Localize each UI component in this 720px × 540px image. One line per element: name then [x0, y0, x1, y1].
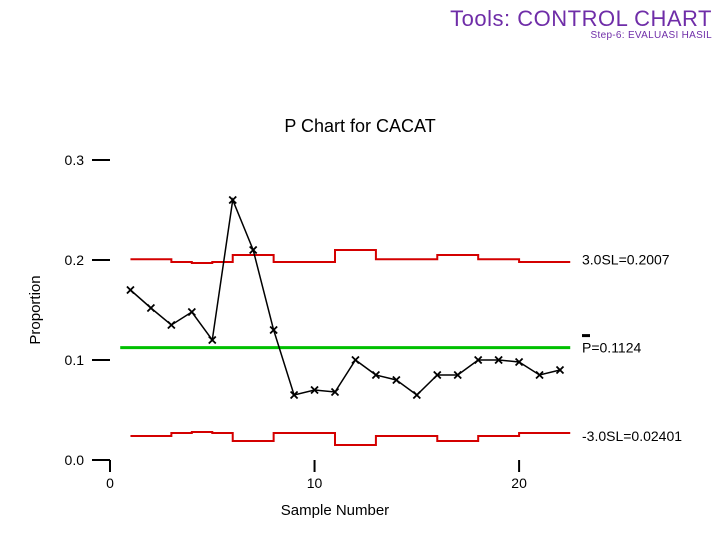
- data-point: [168, 322, 175, 329]
- data-line: [130, 200, 560, 395]
- y-tick-label: 0.3: [65, 152, 85, 168]
- data-point: [413, 392, 420, 399]
- lcl-line: [130, 432, 570, 445]
- x-tick-label: 0: [106, 475, 114, 491]
- data-point: [352, 357, 359, 364]
- chart-svg: 0.0 0.1 0.2 0.3 0 10 20 Proportion Sample Number…: [0, 60, 720, 540]
- center-line-label: P=0.1124: [582, 340, 642, 356]
- x-tick-label: 20: [511, 475, 527, 491]
- control-chart: P Chart for CACAT 0.00.10.20.301020Propo…: [0, 60, 720, 540]
- y-tick-label: 0.0: [65, 452, 85, 468]
- ucl-line: [130, 250, 570, 263]
- data-point: [127, 287, 134, 294]
- slide-header: Tools: CONTROL CHART Step-6: EVALUASI HA…: [450, 6, 712, 41]
- lcl-label: -3.0SL=0.02401: [582, 428, 682, 444]
- x-axis-label: Sample Number: [281, 502, 389, 519]
- data-point: [147, 305, 154, 312]
- ucl-label: 3.0SL=0.2007: [582, 251, 670, 267]
- slide-title: Tools: CONTROL CHART: [450, 6, 712, 32]
- x-tick-label: 10: [307, 475, 323, 491]
- y-tick-label: 0.2: [65, 252, 85, 268]
- y-axis-label: Proportion: [27, 275, 44, 344]
- data-point: [188, 309, 195, 316]
- y-tick-label: 0.1: [65, 352, 85, 368]
